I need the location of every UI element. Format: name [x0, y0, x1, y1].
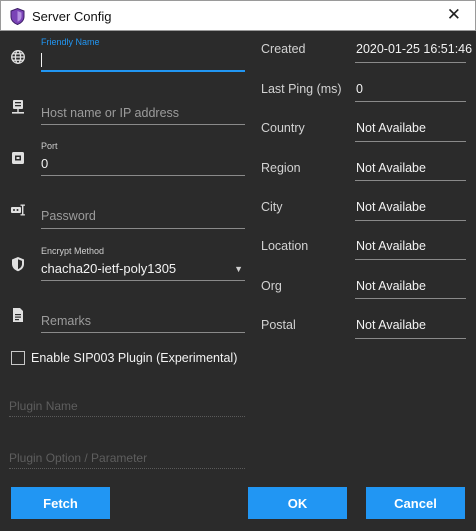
- host-underline: [41, 124, 245, 125]
- port-underline: [41, 175, 245, 176]
- postal-label: Postal: [261, 318, 296, 332]
- port-field[interactable]: Port 0: [41, 140, 245, 180]
- cancel-button[interactable]: Cancel: [366, 487, 465, 519]
- created-value: 2020-01-25 16:51:46: [356, 42, 473, 56]
- port-icon: [10, 150, 26, 166]
- chevron-down-icon[interactable]: ▼: [234, 264, 243, 274]
- remarks-input[interactable]: Remarks: [41, 314, 91, 328]
- friendly-name-field[interactable]: Friendly Name: [41, 36, 245, 76]
- plugin-option-field[interactable]: Plugin Option / Parameter: [9, 450, 245, 472]
- postal-underline: [355, 338, 466, 339]
- globe-icon: [10, 49, 26, 65]
- host-input[interactable]: Host name or IP address: [41, 106, 179, 120]
- city-label: City: [261, 200, 283, 214]
- fetch-button[interactable]: Fetch: [11, 487, 110, 519]
- region-underline: [355, 180, 466, 181]
- window-title: Server Config: [32, 9, 112, 24]
- encrypt-method-label: Encrypt Method: [41, 246, 105, 256]
- postal-value: Not Availabe: [356, 318, 426, 332]
- encrypt-method-select[interactable]: Encrypt Method chacha20-ietf-poly1305 ▼: [41, 245, 245, 285]
- shield-app-icon: [10, 7, 25, 26]
- location-value: Not Availabe: [356, 239, 426, 253]
- friendly-name-label: Friendly Name: [41, 37, 100, 47]
- city-underline: [355, 220, 466, 221]
- org-value: Not Availabe: [356, 279, 426, 293]
- password-input[interactable]: Password: [41, 209, 96, 223]
- plugin-option-underline: [9, 468, 245, 469]
- last-ping-label: Last Ping (ms): [261, 82, 342, 96]
- plugin-checkbox[interactable]: [11, 351, 25, 365]
- ok-button[interactable]: OK: [248, 487, 347, 519]
- plugin-name-underline: [9, 416, 245, 417]
- city-value: Not Availabe: [356, 200, 426, 214]
- encrypt-method-underline: [41, 280, 245, 281]
- country-value: Not Availabe: [356, 121, 426, 135]
- org-label: Org: [261, 279, 282, 293]
- key-icon: [10, 202, 26, 218]
- plugin-name-input[interactable]: Plugin Name: [9, 399, 78, 413]
- text-caret: [41, 53, 42, 67]
- plugin-checkbox-label[interactable]: Enable SIP003 Plugin (Experimental): [31, 351, 237, 365]
- remarks-underline: [41, 332, 245, 333]
- friendly-name-underline: [41, 70, 245, 72]
- last-ping-value: 0: [356, 82, 363, 96]
- plugin-option-input[interactable]: Plugin Option / Parameter: [9, 451, 147, 465]
- plugin-name-field[interactable]: Plugin Name: [9, 398, 245, 420]
- host-field[interactable]: Host name or IP address: [41, 100, 245, 126]
- country-underline: [355, 141, 466, 142]
- created-label: Created: [261, 42, 306, 56]
- encrypt-method-value: chacha20-ietf-poly1305: [41, 261, 177, 276]
- port-input[interactable]: 0: [41, 156, 48, 171]
- org-underline: [355, 298, 466, 299]
- password-field[interactable]: Password: [41, 203, 245, 230]
- shield-icon: [10, 256, 26, 272]
- region-value: Not Availabe: [356, 161, 426, 175]
- country-label: Country: [261, 121, 305, 135]
- remarks-field[interactable]: Remarks: [41, 308, 245, 334]
- server-icon: [10, 99, 26, 115]
- created-underline: [355, 62, 466, 63]
- location-underline: [355, 259, 466, 260]
- region-label: Region: [261, 161, 301, 175]
- password-underline: [41, 228, 245, 229]
- port-label: Port: [41, 141, 58, 151]
- title-bar: Server Config ✕: [0, 0, 476, 31]
- close-icon[interactable]: ✕: [447, 5, 461, 25]
- note-icon: [10, 307, 26, 323]
- last-ping-underline: [355, 101, 466, 102]
- location-label: Location: [261, 239, 309, 253]
